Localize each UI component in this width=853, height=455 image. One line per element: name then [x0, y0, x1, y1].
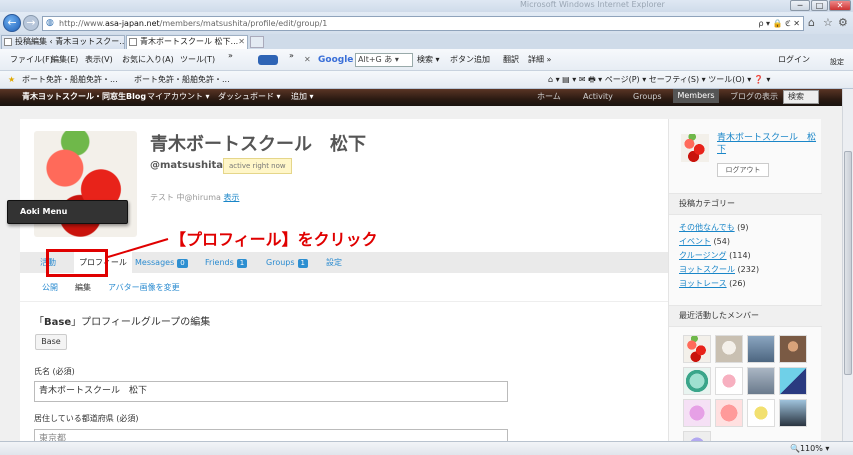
mail-toolbar-icon[interactable] — [258, 55, 278, 65]
vertical-scrollbar[interactable] — [842, 89, 853, 441]
login-button[interactable]: ログイン — [778, 49, 810, 71]
address-tools-icon[interactable]: ρ ▾ 🔒 ℭ ✕ — [758, 17, 800, 30]
forward-arrow-icon: → — [26, 16, 36, 29]
url-path: /members/matsushita/profile/edit/group/1 — [159, 19, 328, 28]
tab-post-edit[interactable]: 投稿編集 ‹ 青木ヨットスクー... — [1, 35, 125, 49]
favorites-bar: ★ ボート免許・船舶免許・... ボート免許・船舶免許・... ⌂ ▾ ▤ ▾ … — [0, 71, 853, 89]
zoom-level[interactable]: 🔍110% ▾ — [790, 442, 829, 455]
favorite-link-2[interactable]: ボート免許・船舶免許・... — [134, 71, 230, 89]
url-input[interactable]: ◍ http://www.asa-japan.net/members/matsu… — [42, 16, 804, 31]
toolbar-settings-button[interactable]: 設定 — [830, 51, 844, 73]
close-tab-icon[interactable]: ✕ — [238, 36, 245, 48]
tab-strip: 投稿編集 ‹ 青木ヨットスクー... 青木ボートスクール 松下... ✕ — [0, 34, 853, 49]
tab-favicon-icon — [4, 38, 12, 46]
address-toolbar: ← → ◍ http://www.asa-japan.net/members/m… — [0, 12, 853, 34]
callout-annotation: 【プロフィール】をクリック — [170, 230, 378, 249]
favorites-star-icon[interactable]: ☆ — [823, 16, 833, 29]
add-button-button[interactable]: ボタン追加 — [450, 49, 490, 71]
click-highlight-box — [46, 249, 108, 277]
gear-icon[interactable]: ⚙ — [838, 16, 848, 29]
google-search-button[interactable]: 検索 ▾ — [417, 49, 440, 71]
command-bar-tools[interactable]: ⌂ ▾ ▤ ▾ ✉ 🖶 ▾ ページ(P) ▾ セーフティ(S) ▾ ツール(O)… — [548, 71, 770, 89]
back-button[interactable]: ← — [3, 14, 21, 32]
callout-arrow — [107, 238, 169, 258]
google-search-input[interactable]: Alt+G あ ▾ — [355, 53, 413, 67]
toolbar-chevron-icon[interactable]: » — [289, 45, 294, 67]
window-titlebar: Microsoft Windows Internet Explorer ─ □ … — [0, 0, 853, 12]
favorite-link-1[interactable]: ボート免許・船舶免許・... — [22, 71, 118, 89]
close-window-button[interactable]: ✕ — [829, 0, 851, 11]
more-button[interactable]: 詳細 » — [528, 49, 551, 71]
page-viewport: 青木ヨットスクール・同窓生Blog マイアカウント ▾ ダッシュボード ▾ 追加… — [0, 89, 842, 441]
menu-bar: ファイル(F) 編集(E) 表示(V) お気に入り(A) ツール(T) » » … — [0, 49, 853, 71]
status-bar: 🔍110% ▾ — [0, 441, 853, 455]
menu-chevron-icon[interactable]: » — [228, 45, 233, 67]
minimize-button[interactable]: ─ — [790, 0, 810, 11]
page-favicon-icon: ◍ — [46, 18, 54, 28]
maximize-button[interactable]: □ — [811, 0, 828, 11]
menu-tools[interactable]: ツール(T) — [180, 49, 215, 71]
favorites-star-icon[interactable]: ★ — [8, 71, 15, 89]
menu-view[interactable]: 表示(V) — [85, 49, 113, 71]
tab-label: 投稿編集 ‹ 青木ヨットスクー... — [15, 37, 125, 46]
forward-button[interactable]: → — [23, 15, 39, 31]
new-tab-button[interactable] — [250, 36, 264, 48]
menu-favorites[interactable]: お気に入り(A) — [122, 49, 174, 71]
url-prefix: http://www. — [59, 19, 105, 28]
scrollbar-thumb[interactable] — [844, 151, 852, 375]
window-title: Microsoft Windows Internet Explorer — [520, 0, 665, 9]
translate-button[interactable]: 翻訳 — [503, 49, 519, 71]
back-arrow-icon: ← — [7, 16, 17, 29]
home-icon[interactable]: ⌂ — [808, 16, 815, 29]
menu-edit[interactable]: 編集(E) — [51, 49, 78, 71]
menu-file[interactable]: ファイル(F) — [10, 49, 53, 71]
google-logo: Google — [318, 55, 354, 65]
tab-favicon-icon — [129, 38, 137, 46]
tab-label: 青木ボートスクール 松下... — [140, 37, 239, 46]
url-host: asa-japan.net — [104, 19, 160, 28]
toolbar-close-icon[interactable]: ✕ — [304, 49, 311, 71]
